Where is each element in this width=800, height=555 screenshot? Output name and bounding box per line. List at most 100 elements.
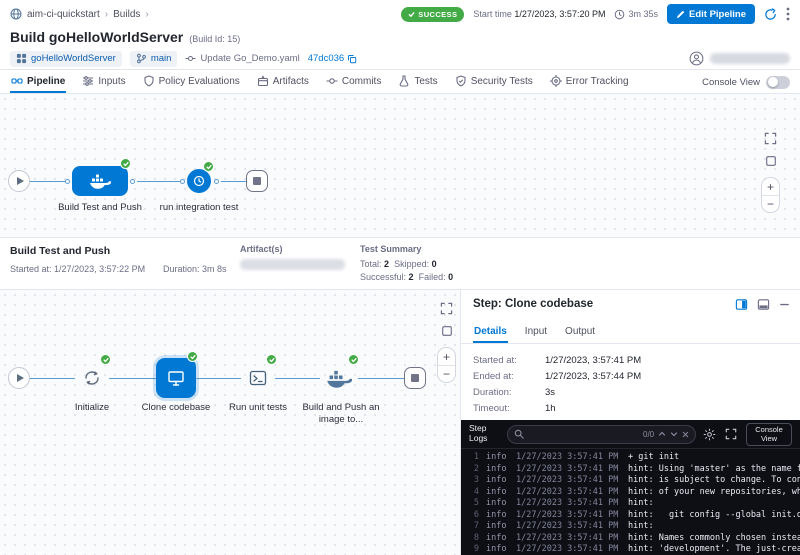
stage-summary-title: Build Test and Push xyxy=(10,245,110,257)
edit-pipeline-button[interactable]: Edit Pipeline xyxy=(667,4,755,24)
step-node-label[interactable]: Clone codebase xyxy=(136,402,216,414)
reset-view-icon[interactable] xyxy=(441,325,453,337)
fullscreen-icon[interactable] xyxy=(440,302,453,315)
fullscreen-icon[interactable] xyxy=(764,132,777,145)
tab-artifacts[interactable]: Artifacts xyxy=(256,71,310,93)
breadcrumb-builds[interactable]: Builds xyxy=(113,9,140,20)
breadcrumb-separator: › xyxy=(105,9,108,20)
play-icon xyxy=(17,374,24,382)
start-time-label: Start time xyxy=(473,9,512,19)
step-node-label[interactable]: Run unit tests xyxy=(218,402,298,414)
console-view-button[interactable]: Console View xyxy=(746,423,792,446)
docker-whale-icon xyxy=(326,369,352,388)
tab-tests[interactable]: Tests xyxy=(397,71,438,93)
stage-node-run-integration-test[interactable] xyxy=(187,169,211,193)
redacted-user-name xyxy=(710,53,790,64)
tab-security-tests[interactable]: Security Tests xyxy=(454,71,534,93)
repo-grid-icon xyxy=(16,53,27,64)
log-line-number: 2 xyxy=(467,464,479,476)
tab-policy-evaluations[interactable]: Policy Evaluations xyxy=(142,71,241,93)
tab-label: Commits xyxy=(342,76,381,87)
search-icon xyxy=(514,429,524,439)
branch-chip[interactable]: main xyxy=(130,51,178,67)
detail-row: Duration: 3s xyxy=(473,384,788,400)
execution-start-node[interactable] xyxy=(8,367,30,389)
refresh-icon[interactable] xyxy=(764,8,777,21)
log-timestamp: 1/27/2023 3:57:41 PM xyxy=(516,487,620,499)
step-node-initialize[interactable] xyxy=(75,361,109,395)
zoom-in-button[interactable]: + xyxy=(438,348,455,365)
tab-commits[interactable]: Commits xyxy=(325,71,382,93)
integration-test-icon xyxy=(193,175,205,187)
settings-gear-icon[interactable] xyxy=(703,428,716,441)
detail-value: 1/27/2023, 3:57:44 PM xyxy=(545,371,641,382)
stage-node-build-test-and-push[interactable] xyxy=(72,166,128,196)
more-menu-icon[interactable] xyxy=(786,7,790,21)
chevron-down-icon[interactable] xyxy=(670,430,678,438)
play-icon xyxy=(17,177,24,185)
started-at-value: 1/27/2023, 3:57:22 PM xyxy=(54,264,145,274)
step-node-run-unit-tests[interactable] xyxy=(241,361,275,395)
execution-graph-canvas[interactable]: Initialize Clone codebase Run unit tests… xyxy=(0,290,460,555)
copy-icon[interactable] xyxy=(347,54,357,64)
stage-summary-bar: Build Test and Push Started at: 1/27/202… xyxy=(0,238,800,290)
tab-label: Policy Evaluations xyxy=(159,76,240,87)
log-row: 1info1/27/2023 3:57:41 PM+ git init xyxy=(467,452,800,464)
search-match-counter: 0/0 xyxy=(643,430,654,439)
console-view-label: Console View xyxy=(702,77,760,88)
log-row: 9info1/27/2023 3:57:41 PMhint: 'developm… xyxy=(467,544,800,555)
inputs-icon xyxy=(82,75,94,87)
skipped-value: 0 xyxy=(432,259,437,269)
zoom-out-button[interactable]: − xyxy=(762,195,779,212)
stage-graph-canvas[interactable]: Build Test and Push run integration test… xyxy=(0,94,800,238)
success-check-icon xyxy=(100,354,111,365)
pipeline-start-node[interactable] xyxy=(8,170,30,192)
log-level: info xyxy=(486,533,510,545)
tab-pipeline[interactable]: Pipeline xyxy=(10,71,66,93)
repo-row: goHelloWorldServer main Update Go_Demo.y… xyxy=(0,48,800,70)
tab-label: Security Tests xyxy=(471,76,533,87)
tab-error-tracking[interactable]: Error Tracking xyxy=(549,71,630,93)
step-node-build-and-push[interactable] xyxy=(320,362,358,394)
step-node-clone-codebase[interactable] xyxy=(156,358,196,398)
tab-details[interactable]: Details xyxy=(473,321,508,343)
fullscreen-icon[interactable] xyxy=(725,428,737,440)
zoom-in-button[interactable]: + xyxy=(762,178,779,195)
branch-name: main xyxy=(151,53,172,64)
tab-output[interactable]: Output xyxy=(564,321,596,343)
chevron-up-icon[interactable] xyxy=(658,430,666,438)
zoom-controls: + − xyxy=(761,177,780,213)
log-timestamp: 1/27/2023 3:57:41 PM xyxy=(516,498,620,510)
connector-dot xyxy=(130,179,135,184)
success-check-icon xyxy=(203,161,214,172)
commit-hash-link[interactable]: 47dc036 xyxy=(308,53,357,64)
log-timestamp: 1/27/2023 3:57:41 PM xyxy=(516,510,620,522)
log-line-number: 8 xyxy=(467,533,479,545)
log-lines[interactable]: 1info1/27/2023 3:57:41 PM+ git init 2 inf… xyxy=(461,449,800,555)
minimize-panel-icon[interactable] xyxy=(779,299,790,310)
clone-codebase-icon xyxy=(166,368,186,388)
breadcrumb-project[interactable]: aim-ci-quickstart xyxy=(27,9,100,20)
repo-name: goHelloWorldServer xyxy=(31,53,116,64)
zoom-out-button[interactable]: − xyxy=(438,365,455,382)
log-search-input[interactable] xyxy=(528,429,639,439)
step-node-label[interactable]: Build and Push an image to... xyxy=(299,402,383,426)
tab-input[interactable]: Input xyxy=(524,321,548,343)
log-level: info xyxy=(486,521,510,533)
console-view-toggle[interactable] xyxy=(766,76,790,89)
split-right-view-icon[interactable] xyxy=(735,298,748,311)
error-tracking-icon xyxy=(550,75,562,87)
repo-chip[interactable]: goHelloWorldServer xyxy=(10,51,122,67)
tab-inputs[interactable]: Inputs xyxy=(81,71,126,93)
close-icon[interactable] xyxy=(682,431,689,438)
log-text: hint: Using 'master' as the name for th xyxy=(628,464,800,476)
reset-view-icon[interactable] xyxy=(765,155,777,167)
step-node-label[interactable]: Initialize xyxy=(52,402,132,414)
split-bottom-view-icon[interactable] xyxy=(757,298,770,311)
detail-label: Duration: xyxy=(473,387,545,398)
log-text: hint: is subject to change. To configur xyxy=(628,475,800,487)
stage-node-label[interactable]: run integration test xyxy=(154,202,244,214)
stage-node-label[interactable]: Build Test and Push xyxy=(55,202,145,214)
breadcrumb-separator: › xyxy=(145,9,148,20)
log-row: 6info1/27/2023 3:57:41 PMhint: git confi… xyxy=(467,510,800,522)
